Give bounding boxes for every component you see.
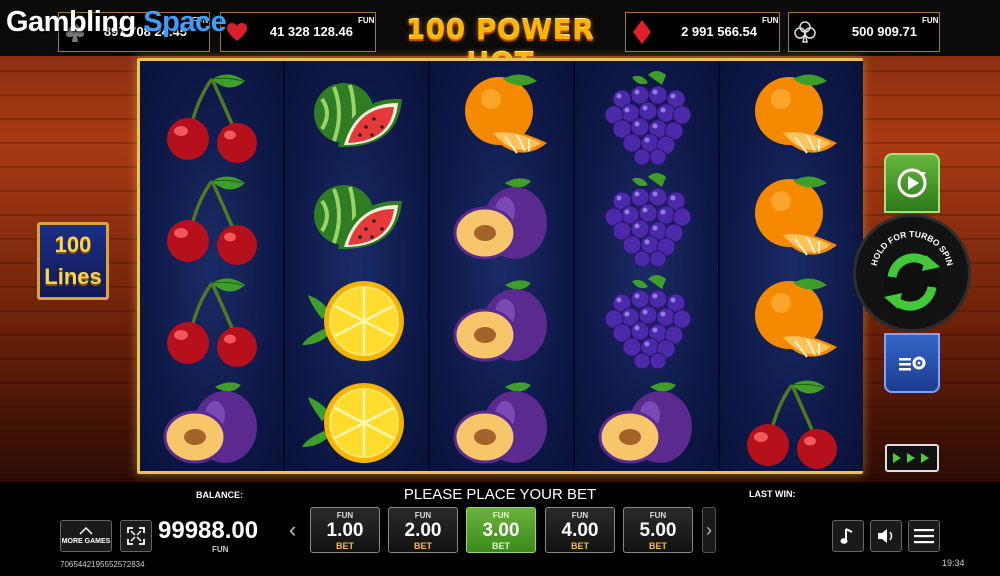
heart-icon: [222, 14, 252, 50]
orange-icon: [737, 171, 847, 269]
bet-value: 2.00: [404, 520, 442, 541]
grapes-icon: [592, 69, 702, 167]
jackpot-diamond-value: 2 991 566.54: [681, 24, 757, 39]
lemon-icon: [302, 375, 412, 473]
club-icon: [790, 14, 820, 50]
grapes-icon: [592, 171, 702, 269]
plum-icon: [447, 171, 557, 269]
session-id: 7065442195552572834: [60, 560, 145, 569]
balance-value: 99988.00: [158, 517, 259, 544]
lines-badge: 100 Lines: [37, 222, 109, 300]
bet-button[interactable]: FUN 4.00 BET: [545, 507, 615, 553]
clock: 19:34: [942, 558, 965, 568]
bet-button[interactable]: FUN 2.00 BET: [388, 507, 458, 553]
music-button[interactable]: [832, 520, 864, 552]
plum-icon: [447, 375, 557, 473]
watermelon-icon: [302, 69, 412, 167]
jackpot-club-unit: FUN: [922, 16, 939, 25]
bet-label: BET: [571, 541, 589, 551]
bet-value: 1.00: [326, 520, 364, 541]
home-icon: [79, 526, 93, 535]
orange-icon: [737, 273, 847, 371]
reel-5: [720, 61, 863, 471]
fullscreen-icon: [127, 527, 145, 545]
bet-label: BET: [492, 541, 510, 551]
hamburger-icon: [914, 529, 934, 544]
plum-icon: [447, 273, 557, 371]
spin-arrows-icon: HOLD FOR TURBO SPIN: [869, 229, 955, 311]
fast-forward-button[interactable]: [885, 444, 939, 472]
plum-icon: [157, 375, 267, 473]
menu-button[interactable]: [908, 520, 940, 552]
speaker-icon: [878, 529, 893, 543]
cherry-icon: [157, 69, 267, 167]
reel-4: [575, 61, 718, 471]
reel-3: [430, 61, 573, 471]
jackpot-heart: 41 328 128.46 FUN: [220, 12, 376, 52]
watermelon-icon: [302, 171, 412, 269]
reels-frame: [137, 58, 863, 474]
status-message: PLEASE PLACE YOUR BET: [403, 486, 597, 503]
bet-button[interactable]: FUN 5.00 BET: [623, 507, 693, 553]
bet-button[interactable]: FUN 3.00 BET: [466, 507, 536, 553]
bet-value: 5.00: [639, 520, 677, 541]
brand-logo: Gambling Space: [6, 6, 227, 38]
jackpot-club-value: 500 909.71: [851, 24, 917, 39]
balance-unit: FUN: [212, 545, 229, 554]
bet-button[interactable]: FUN 1.00 BET: [310, 507, 380, 553]
jackpot-diamond-unit: FUN: [762, 16, 779, 25]
orange-icon: [737, 69, 847, 167]
autoplay-button[interactable]: [884, 153, 940, 213]
orange-icon: [447, 69, 557, 167]
jackpot-heart-value: 41 328 128.46: [269, 24, 353, 39]
lemon-icon: [302, 273, 412, 371]
bet-value: 4.00: [561, 520, 599, 541]
sound-button[interactable]: [870, 520, 902, 552]
lines-label: Lines: [44, 264, 102, 289]
spin-button[interactable]: HOLD FOR TURBO SPIN: [853, 214, 971, 332]
jackpot-diamond: 2 991 566.54 FUN: [625, 12, 780, 52]
last-win-label: LAST WIN:: [749, 489, 796, 499]
bet-label: BET: [649, 541, 667, 551]
settings-button[interactable]: [884, 333, 940, 393]
settings-icon: [899, 356, 926, 371]
reel-1: [140, 61, 283, 471]
diamond-icon: [627, 14, 657, 50]
jackpot-club: 500 909.71 FUN: [788, 12, 940, 52]
cherry-icon: [157, 273, 267, 371]
autoplay-icon: [897, 168, 927, 198]
jackpot-heart-unit: FUN: [358, 16, 375, 25]
more-games-button[interactable]: MORE GAMES: [60, 520, 112, 552]
reel-2: [285, 61, 428, 471]
fast-forward-icon: [893, 453, 929, 463]
bet-next-button[interactable]: ›: [702, 507, 716, 553]
balance-label: BALANCE:: [196, 490, 243, 500]
more-games-label: MORE GAMES: [61, 538, 111, 545]
bet-prev-button[interactable]: ‹: [289, 517, 296, 543]
fullscreen-button[interactable]: [120, 520, 152, 552]
grapes-icon: [592, 273, 702, 371]
bet-label: BET: [414, 541, 432, 551]
bet-label: BET: [336, 541, 354, 551]
music-note-icon: [840, 528, 853, 544]
cherry-icon: [737, 375, 847, 473]
lines-count: 100: [54, 232, 92, 257]
bet-value: 3.00: [482, 520, 520, 541]
cherry-icon: [157, 171, 267, 269]
plum-icon: [592, 375, 702, 473]
